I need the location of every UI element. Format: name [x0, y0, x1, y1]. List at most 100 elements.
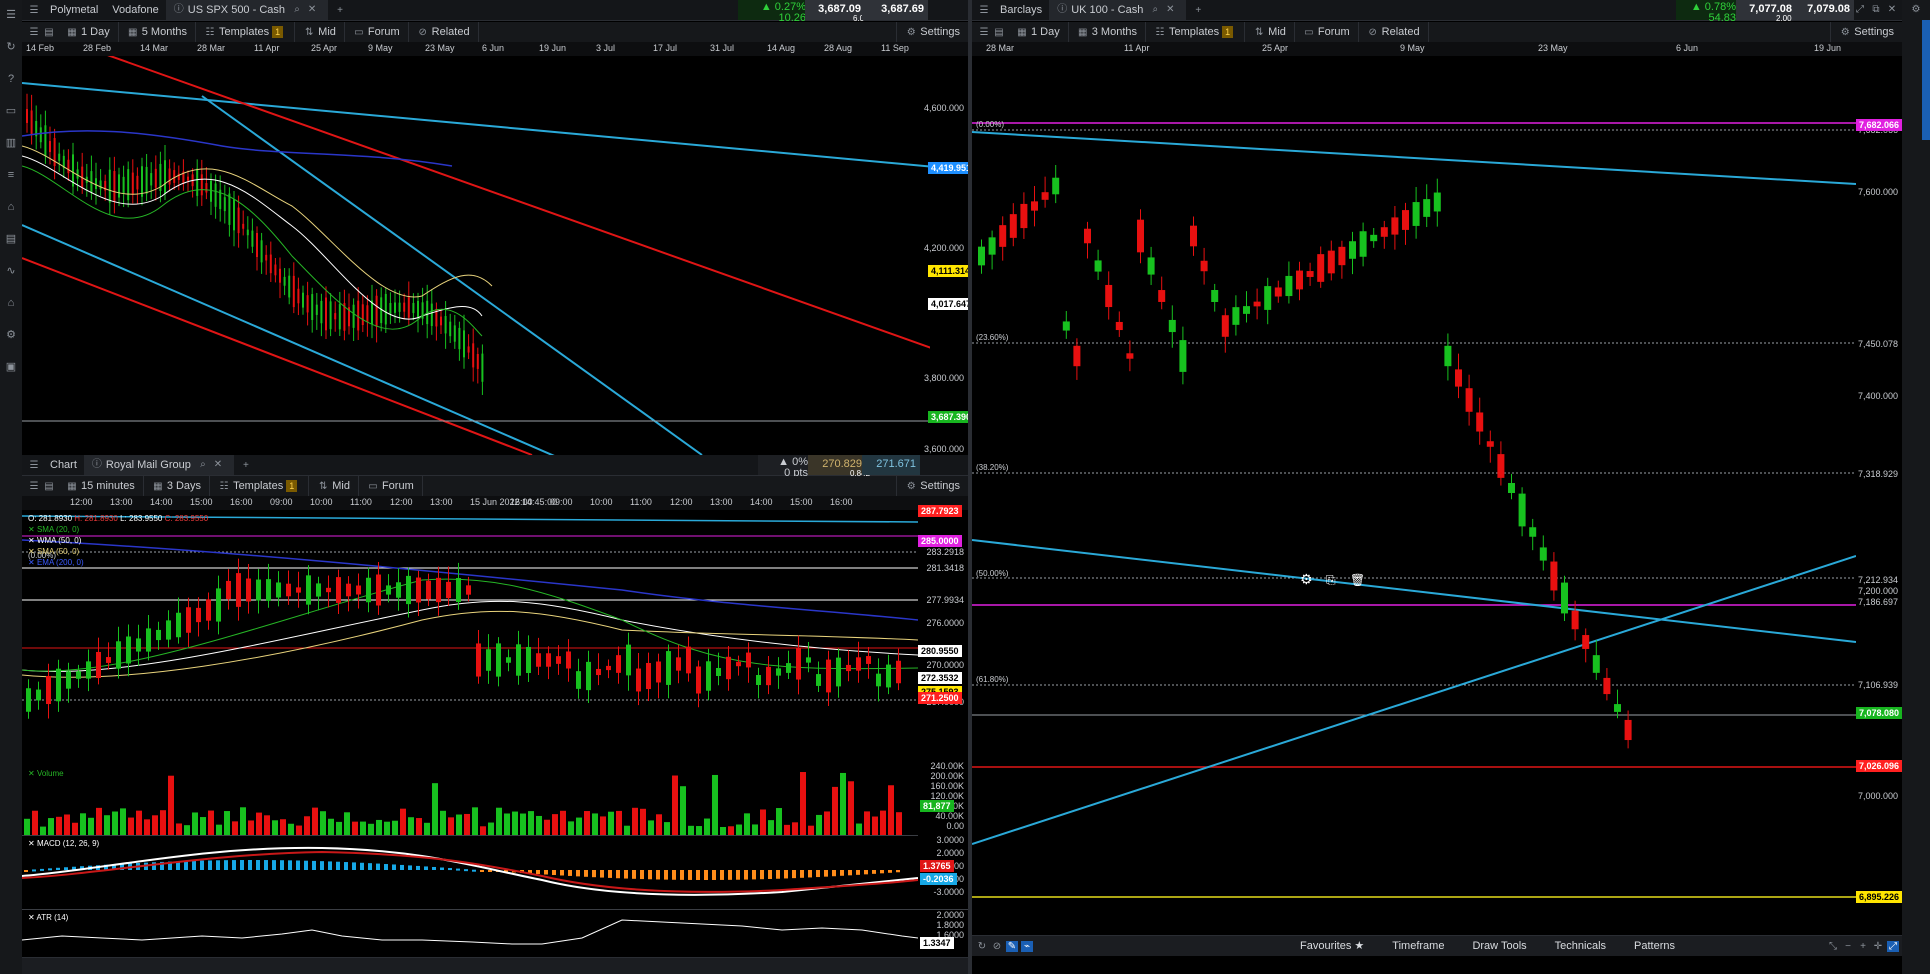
candle[interactable]	[150, 173, 153, 186]
candle[interactable]	[292, 275, 295, 308]
candle[interactable]	[426, 580, 431, 600]
forum-button[interactable]: ▭ Forum	[345, 22, 409, 42]
search-icon[interactable]: ⌕	[197, 455, 209, 475]
layout-icon[interactable]: ▤	[993, 27, 1005, 38]
layout-icon[interactable]: ▤	[43, 481, 55, 492]
candle[interactable]	[276, 582, 281, 598]
candle[interactable]	[126, 636, 131, 664]
candle[interactable]	[326, 587, 331, 593]
settings-button[interactable]: ⚙ Settings	[896, 476, 968, 496]
candle[interactable]	[596, 668, 601, 676]
tag-icon[interactable]: ⌂	[0, 196, 22, 218]
candle[interactable]	[1253, 301, 1261, 307]
zoom-fit-icon[interactable]: ⤡	[1827, 941, 1839, 952]
candle[interactable]	[1062, 321, 1070, 331]
candle[interactable]	[706, 661, 711, 691]
monitor-icon[interactable]: ▭	[0, 100, 22, 122]
candle[interactable]	[696, 666, 701, 694]
candle[interactable]	[756, 675, 761, 685]
drawing-copy-icon[interactable]: ⎘	[1326, 573, 1336, 587]
hamburger-icon[interactable]: ☰	[978, 27, 990, 38]
candle[interactable]	[206, 599, 211, 621]
candle[interactable]	[1486, 441, 1494, 447]
candle[interactable]	[30, 110, 33, 135]
legend-item[interactable]: ✕ WMA (50, 0)	[28, 535, 208, 546]
candle[interactable]	[1380, 227, 1388, 237]
candle[interactable]	[396, 582, 401, 598]
candle[interactable]	[666, 651, 671, 685]
candle[interactable]	[1137, 219, 1144, 253]
candle[interactable]	[251, 230, 254, 247]
candle[interactable]	[526, 646, 531, 674]
menu-icon[interactable]: ☰	[0, 4, 22, 26]
candle[interactable]	[586, 661, 591, 691]
tab-barclays[interactable]: Barclays	[993, 0, 1049, 20]
candle[interactable]	[1423, 199, 1431, 217]
candle[interactable]	[436, 577, 441, 603]
candle[interactable]	[196, 168, 199, 196]
candle[interactable]	[1624, 719, 1632, 741]
candle[interactable]	[440, 316, 442, 326]
candle[interactable]	[444, 316, 447, 334]
candle[interactable]	[536, 653, 541, 667]
candle[interactable]	[306, 575, 311, 605]
pin-icon[interactable]: ⤢	[1854, 4, 1866, 15]
candle[interactable]	[896, 660, 901, 684]
candle[interactable]	[357, 300, 360, 331]
candle[interactable]	[122, 176, 125, 194]
interval-select[interactable]: ▦ 1 Day	[1008, 22, 1069, 42]
candle[interactable]	[166, 620, 171, 640]
candle[interactable]	[398, 302, 401, 312]
news-icon[interactable]: ▤	[0, 228, 22, 250]
candle[interactable]	[1211, 289, 1219, 303]
candle[interactable]	[200, 174, 203, 196]
candle[interactable]	[36, 689, 41, 701]
candle[interactable]	[338, 304, 341, 330]
candle[interactable]	[1147, 257, 1155, 275]
crosshair-icon[interactable]: ✛	[1872, 941, 1884, 952]
interval-select[interactable]: ▦ 1 Day	[58, 22, 119, 42]
candle[interactable]	[1221, 315, 1229, 337]
candle[interactable]	[246, 229, 249, 236]
candle[interactable]	[1476, 412, 1484, 432]
candle[interactable]	[836, 657, 841, 687]
candle[interactable]	[131, 172, 134, 195]
candle[interactable]	[786, 663, 791, 673]
menu-icon[interactable]: ☰	[978, 5, 990, 16]
candle[interactable]	[127, 169, 130, 201]
candle[interactable]	[1274, 287, 1282, 297]
fullscreen-icon[interactable]: ⤢	[1887, 940, 1899, 952]
candle[interactable]	[44, 125, 47, 157]
candle[interactable]	[260, 240, 263, 263]
candle[interactable]	[136, 638, 141, 652]
range-select[interactable]: ▦ 5 Months	[119, 22, 196, 42]
candle[interactable]	[136, 175, 139, 190]
spx-bid-button[interactable]: 3,687.09 6.0	[805, 0, 865, 23]
candle[interactable]	[1455, 369, 1462, 387]
candle[interactable]	[173, 170, 176, 183]
candle[interactable]	[886, 664, 891, 688]
drawing-delete-icon[interactable]: 🗑	[1350, 573, 1365, 587]
candle[interactable]	[168, 168, 171, 185]
tab-polymetal[interactable]: Polymetal	[43, 0, 105, 20]
candle[interactable]	[205, 183, 208, 193]
candle[interactable]	[108, 169, 111, 203]
candle[interactable]	[176, 612, 181, 638]
spx-ask-button[interactable]: 3,687.69	[862, 0, 928, 20]
candle[interactable]	[302, 292, 304, 308]
bottom-button-favourites[interactable]: Favourites ★	[1286, 936, 1378, 956]
candle[interactable]	[76, 671, 81, 679]
candle[interactable]	[486, 649, 491, 671]
search-icon[interactable]: ⌕	[1149, 0, 1161, 20]
candle[interactable]	[141, 166, 143, 197]
candle[interactable]	[361, 304, 364, 325]
refresh-icon[interactable]: ↻	[0, 36, 22, 58]
candle[interactable]	[1009, 214, 1017, 238]
candle[interactable]	[566, 651, 571, 669]
candle[interactable]	[467, 346, 470, 353]
candle[interactable]	[417, 300, 419, 318]
candle[interactable]	[156, 629, 161, 641]
candle[interactable]	[146, 628, 151, 652]
bottom-button-patterns[interactable]: Patterns	[1620, 936, 1689, 956]
candle[interactable]	[86, 661, 91, 679]
